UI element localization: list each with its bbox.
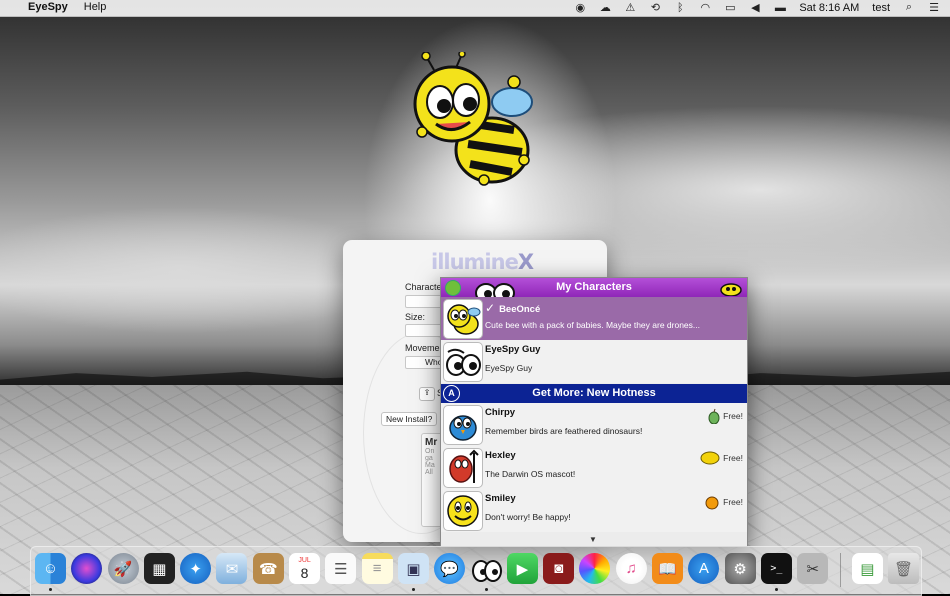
facetime-icon[interactable]: ▶ [506,553,538,584]
photos-icon[interactable] [579,553,611,584]
finder-icon[interactable]: ☺ [35,553,66,591]
eyespy-status-icon[interactable]: ◉ [574,1,586,14]
beeonce-thumbnail [443,299,483,339]
system-preferences-icon[interactable]: ⚙ [724,553,756,584]
app-logo: illumineX [431,250,534,274]
menu-user[interactable]: test [872,2,890,14]
price-tag[interactable]: Free! [708,408,743,424]
menu-bar: EyeSpy Help ◉ ☁ ⚠ ⟲ ᛒ ◠ ▭ ◀ ▬ Sat 8:16 A… [0,0,950,17]
store-item-name: Hexley [485,450,516,461]
menu-app-name[interactable]: EyeSpy [28,1,68,13]
character-item-eyespy-guy[interactable]: EyeSpy Guy EyeSpy Guy [441,340,747,383]
dock: ☺ 🚀 ▦ ✦ ✉ ☎ JUL 8 ☰ ≡ ▣ 💬 ▶ ◙ ♫ 📖 A ⚙ >_ … [30,546,922,596]
calendar-month: JUL [298,557,311,564]
my-characters-title: My Characters [556,281,632,293]
launchpad-icon[interactable]: 🚀 [107,553,139,584]
notification-center-icon[interactable]: ☰ [928,1,940,14]
eyespy-dock-icon[interactable] [471,553,502,591]
spotlight-search-icon[interactable]: ⌕ [903,1,915,14]
messages-icon[interactable]: 💬 [434,553,466,584]
store-item-smiley[interactable]: Smiley Don't worry! Be happy! Free! [441,489,747,532]
get-more-header: A Get More: New Hotness [441,384,747,403]
my-characters-header: My Characters [441,278,747,300]
store-item-description: Don't worry! Be happy! [485,512,571,522]
chirpy-thumbnail [443,405,483,445]
airplay-icon[interactable]: ▭ [724,1,736,14]
preview-icon[interactable]: ▣ [397,553,429,591]
mail-icon[interactable]: ✉ [216,553,248,584]
character-menu: My Characters ✓ BeeOncé Cute bee with a p… [440,277,748,547]
battery-warning-icon[interactable]: ⚠ [624,1,636,14]
character-name: EyeSpy Guy [485,344,541,355]
store-item-chirpy[interactable]: Chirpy Remember birds are feathered dino… [441,403,747,446]
menu-help[interactable]: Help [84,1,107,13]
hexley-thumbnail [443,448,483,488]
price-label: Free! [723,411,743,421]
mission-control-icon[interactable]: ▦ [143,553,175,584]
store-item-description: The Darwin OS mascot! [485,469,576,479]
ibooks-icon[interactable]: 📖 [652,553,684,584]
movement-label: Moveme [405,343,440,353]
store-item-hexley[interactable]: Hexley The Darwin OS mascot! Free! [441,446,747,489]
character-description: Cute bee with a pack of babies. Maybe th… [485,320,700,330]
share-button[interactable]: ⇪ [419,387,435,401]
get-more-title: Get More: New Hotness [532,387,656,399]
character-item-beeonce[interactable]: ✓ BeeOncé Cute bee with a pack of babies.… [441,297,747,340]
creative-cloud-icon[interactable]: ☁ [599,1,611,14]
dock-separator [839,553,841,587]
siri-icon[interactable] [71,553,103,584]
wifi-icon[interactable]: ◠ [699,1,711,14]
trash-icon[interactable]: 🗑 [888,553,920,584]
size-label: Size: [405,312,426,322]
time-machine-icon[interactable]: ⟲ [649,1,661,14]
safari-icon[interactable]: ✦ [180,553,212,584]
eyespy-guy-thumbnail [443,342,483,382]
price-tag[interactable]: Free! [700,451,743,465]
lemon-icon [700,451,720,465]
store-item-description: Remember birds are feathered dinosaurs! [485,426,643,436]
store-item-name: Smiley [485,493,516,504]
document-icon[interactable]: ▤ [851,553,883,584]
notes-icon[interactable]: ≡ [361,553,393,584]
app-store-dock-icon[interactable]: A [688,553,720,584]
character-label: Characte [405,282,442,292]
menu-logo-icon [445,280,461,296]
app-store-icon: A [443,385,460,402]
volume-icon[interactable]: ◀ [749,1,761,14]
itunes-icon[interactable]: ♫ [615,553,647,584]
price-label: Free! [723,497,743,507]
bee-icon [720,283,742,296]
terminal-icon[interactable]: >_ [760,553,792,591]
calendar-day: 8 [300,565,309,581]
character-name: BeeOncé [499,304,541,315]
bee-character[interactable] [404,52,544,188]
menu-clock[interactable]: Sat 8:16 AM [799,2,859,14]
character-description: EyeSpy Guy [485,363,533,373]
smiley-thumbnail [443,491,483,531]
calendar-icon[interactable]: JUL 8 [289,553,321,584]
scroll-down-arrow[interactable]: ▼ [589,535,597,544]
contacts-icon[interactable]: ☎ [252,553,284,584]
battery-icon[interactable]: ▬ [774,2,786,14]
checkmark-icon: ✓ [485,301,496,315]
store-item-name: Chirpy [485,407,516,418]
directory-utility-icon[interactable]: ✂ [797,553,829,584]
price-label: Free! [723,453,743,463]
reminders-icon[interactable]: ☰ [325,553,357,584]
bluetooth-icon[interactable]: ᛒ [674,2,686,14]
price-tag[interactable]: Free! [704,494,743,510]
pear-icon [708,408,720,424]
new-install-button[interactable]: New Install? [381,412,438,426]
photo-booth-icon[interactable]: ◙ [543,553,575,584]
orange-icon [705,496,719,510]
